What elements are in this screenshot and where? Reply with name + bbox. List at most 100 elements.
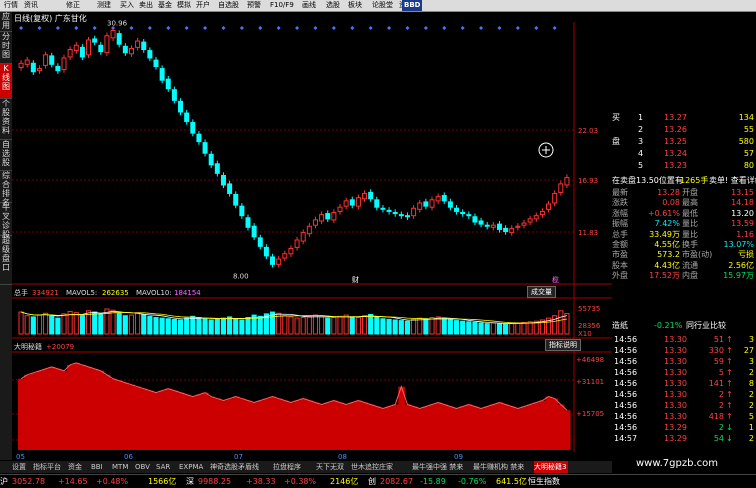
signal-marker bbox=[497, 26, 502, 30]
indicator-bar bbox=[263, 398, 270, 450]
signal-marker bbox=[368, 26, 373, 30]
indicator-tab[interactable]: 指标平台 bbox=[33, 461, 67, 473]
volume-bar bbox=[177, 319, 184, 335]
toolbar-item[interactable]: 画线 bbox=[302, 0, 316, 11]
indicator-bar bbox=[367, 404, 375, 450]
indicator-bar bbox=[214, 398, 221, 450]
toolbar-item[interactable]: 选股 bbox=[326, 0, 340, 11]
stat-row: 外盘 17.52万 内盘 15.97万 bbox=[612, 270, 756, 281]
toolbar-item[interactable]: 测建 bbox=[97, 0, 111, 11]
stat-value: 7.42% bbox=[654, 219, 680, 229]
indicator-bar bbox=[398, 386, 405, 450]
candle-body bbox=[49, 55, 55, 65]
volume-bar bbox=[417, 317, 423, 335]
index-status-item: 3052.78 bbox=[12, 477, 46, 486]
sidebar-tab[interactable]: 应用 bbox=[0, 12, 12, 32]
indicator-bar bbox=[484, 406, 491, 450]
trade-volume: 418 bbox=[708, 412, 724, 421]
indicator-tab[interactable]: SAR bbox=[156, 461, 178, 473]
volume-header-text: 184154 bbox=[174, 289, 201, 297]
volume-selector-button[interactable]: 成交量 bbox=[527, 286, 556, 298]
toolbar-item[interactable]: 资讯 bbox=[24, 0, 38, 11]
toolbar-item[interactable]: 板块 bbox=[348, 0, 362, 11]
orderbook-row: 5 13.23 80 bbox=[612, 160, 756, 171]
indicator-tab[interactable]: 最牛强中强 禁来 bbox=[412, 461, 472, 473]
indicator-help-button[interactable]: 指标说明 bbox=[545, 339, 581, 351]
trade-time: 14:57 bbox=[614, 434, 638, 443]
signal-marker bbox=[276, 26, 281, 30]
stat-value: 13.07% bbox=[723, 240, 754, 249]
indicator-tab[interactable]: EXPMA bbox=[179, 461, 209, 473]
trade-row: 14:56 13.30 59 ↑ 3 bbox=[612, 356, 756, 367]
indicator-tab[interactable]: 天下无双 bbox=[316, 461, 350, 473]
sidebar-tab[interactable]: 综合排名 bbox=[0, 171, 12, 207]
candle-body bbox=[515, 225, 521, 228]
volume-bar bbox=[245, 317, 251, 335]
toolbar-item[interactable]: 卖出 bbox=[139, 0, 153, 11]
trade-time: 14:56 bbox=[614, 368, 638, 377]
bbd-logo[interactable]: BBD bbox=[402, 0, 423, 11]
sidebar-tab[interactable]: 分时图 bbox=[0, 32, 12, 64]
indicator-tab[interactable]: 拉盘程序 bbox=[273, 461, 315, 473]
candle-body bbox=[61, 57, 67, 71]
toolbar-item[interactable]: 论股堂 bbox=[372, 0, 393, 11]
toolbar-item[interactable]: 修正 bbox=[66, 0, 80, 11]
sidebar-tab[interactable]: 牛叉诊股 bbox=[0, 203, 12, 239]
toolbar-item[interactable]: 模拟 bbox=[177, 0, 191, 11]
candle-body bbox=[73, 44, 79, 52]
indicator-tab[interactable]: 资金 bbox=[68, 461, 90, 473]
candle-body bbox=[79, 46, 85, 58]
kline-chart-area[interactable]: 05 06 07 08 09 30.96 8.00 22.03 16.93 11.83 财 榄总手 33… bbox=[12, 12, 612, 460]
indicator-tab[interactable]: BBI bbox=[91, 461, 111, 473]
volume-header-text: 总手 bbox=[14, 288, 28, 297]
toolbar-item[interactable]: F10/F9 bbox=[270, 0, 294, 11]
indicator-tab[interactable]: MTM bbox=[112, 461, 134, 473]
toolbar-item[interactable]: 自选股 bbox=[218, 0, 239, 11]
stat-row: 涨幅 +0.61% 最低 13.20 bbox=[612, 208, 756, 219]
volume-bar bbox=[478, 322, 484, 335]
indicator-bar bbox=[220, 400, 228, 450]
volume-bar bbox=[349, 316, 355, 335]
index-status-item: 2082.67 bbox=[380, 477, 414, 486]
volume-bar bbox=[288, 316, 294, 335]
orderbook-side-label: 买 bbox=[612, 113, 620, 122]
indicator-tab[interactable]: OBV bbox=[135, 461, 155, 473]
toolbar-item[interactable]: 买入 bbox=[120, 0, 134, 11]
indicator-bar bbox=[539, 400, 546, 450]
indicator-tab[interactable]: 世木追控庄家 bbox=[351, 461, 411, 473]
candle-body bbox=[411, 207, 417, 217]
volume-bar bbox=[159, 317, 165, 335]
indicator-bar bbox=[527, 404, 534, 450]
volume-bar bbox=[312, 314, 319, 335]
indicator-tab[interactable]: 设置 bbox=[12, 461, 32, 473]
arrow-up-icon: ↑ bbox=[726, 379, 733, 388]
indicator-tab[interactable]: 大明秘籍3 bbox=[534, 461, 568, 473]
indicator-bar bbox=[183, 394, 191, 450]
indicator-bar bbox=[441, 404, 448, 450]
candle-body bbox=[116, 33, 122, 45]
toolbar-item[interactable]: 行情 bbox=[4, 0, 18, 11]
sidebar-tab[interactable]: 超级盘口 bbox=[0, 236, 12, 285]
stat-value: 17.52万 bbox=[649, 271, 680, 281]
indicator-tab[interactable]: 最牛赚机构 禁来 bbox=[473, 461, 533, 473]
toolbar-item[interactable]: 开户 bbox=[196, 0, 210, 11]
candle-body bbox=[86, 39, 92, 56]
stat-label: 涨幅 bbox=[612, 208, 628, 218]
sidebar-tab[interactable]: K线图 bbox=[0, 64, 12, 99]
sidebar-tab[interactable]: 自选股 bbox=[0, 140, 12, 171]
candle-body bbox=[55, 65, 61, 72]
trade-count: 3 bbox=[748, 335, 754, 344]
candle-body bbox=[429, 199, 435, 208]
stat-value: 33.49万 bbox=[649, 229, 680, 239]
sidebar-tab[interactable]: 个股资料 bbox=[0, 99, 12, 140]
volume-bar bbox=[337, 315, 343, 335]
signal-marker bbox=[37, 26, 42, 30]
stat-value: 亏损 bbox=[738, 250, 754, 260]
indicator-bar bbox=[159, 390, 166, 450]
indicator-tab[interactable]: 神奇选股矛盾线 bbox=[210, 461, 272, 473]
toolbar-item[interactable]: 预警 bbox=[247, 0, 261, 11]
event-tag-lan: 榄 bbox=[552, 275, 559, 284]
indicator-bar bbox=[386, 406, 393, 450]
candle-body bbox=[110, 29, 116, 39]
toolbar-item[interactable]: 基金 bbox=[158, 0, 172, 11]
